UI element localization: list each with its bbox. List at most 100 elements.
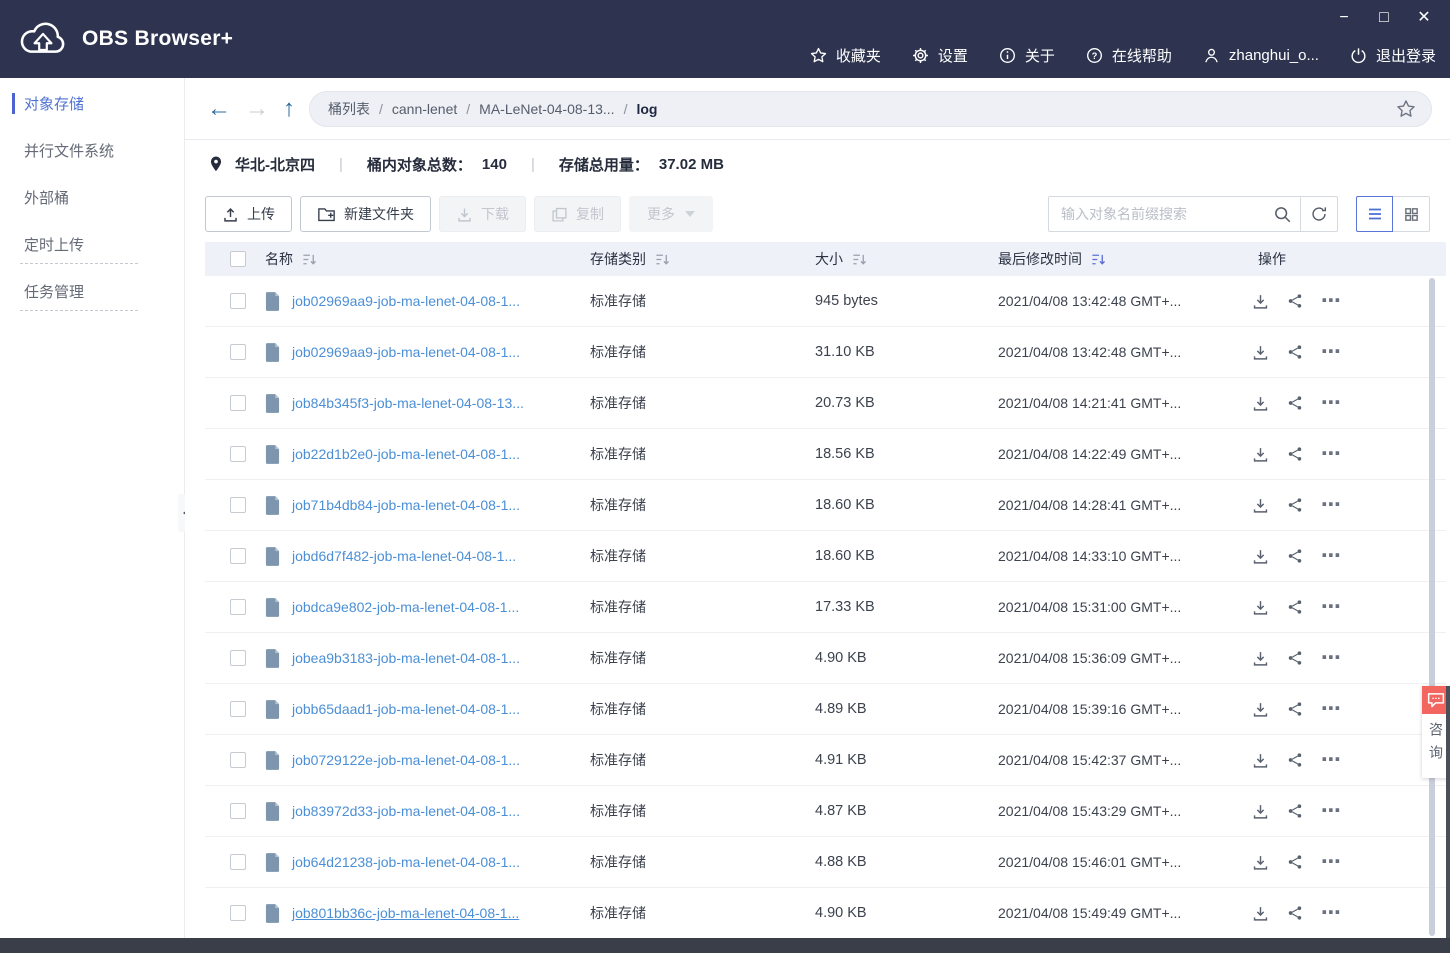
row-download-icon[interactable] — [1252, 293, 1269, 310]
more-button[interactable]: 更多 — [629, 196, 713, 232]
object-name-link[interactable]: jobd6d7f482-job-ma-lenet-04-08-1... — [292, 548, 516, 564]
row-share-icon[interactable] — [1287, 905, 1303, 921]
row-more-actions-icon[interactable] — [1321, 551, 1343, 561]
up-level-button[interactable]: ↑ — [283, 96, 295, 121]
row-more-actions-icon[interactable] — [1321, 653, 1343, 663]
grid-view-button[interactable] — [1393, 196, 1430, 232]
row-share-icon[interactable] — [1287, 599, 1303, 615]
row-checkbox[interactable] — [230, 344, 246, 360]
row-download-icon[interactable] — [1252, 395, 1269, 412]
row-share-icon[interactable] — [1287, 701, 1303, 717]
sidebar-item-object-storage[interactable]: 对象存储 — [0, 80, 184, 127]
row-download-icon[interactable] — [1252, 752, 1269, 769]
row-more-actions-icon[interactable] — [1321, 500, 1343, 510]
row-more-actions-icon[interactable] — [1321, 347, 1343, 357]
row-checkbox[interactable] — [230, 497, 246, 513]
maximize-button[interactable]: □ — [1374, 6, 1394, 30]
breadcrumb-bucket-name[interactable]: cann-lenet — [392, 101, 457, 117]
about-menu[interactable]: 关于 — [998, 45, 1055, 66]
row-more-actions-icon[interactable] — [1321, 755, 1343, 765]
row-download-icon[interactable] — [1252, 803, 1269, 820]
row-checkbox[interactable] — [230, 752, 246, 768]
object-name-link[interactable]: jobb65daad1-job-ma-lenet-04-08-1... — [292, 701, 520, 717]
row-checkbox[interactable] — [230, 293, 246, 309]
user-account-menu[interactable]: zhanghui_o... — [1202, 46, 1319, 65]
sort-icon[interactable] — [655, 252, 670, 267]
forward-button[interactable]: → — [245, 96, 269, 121]
row-checkbox[interactable] — [230, 446, 246, 462]
object-name-link[interactable]: job83972d33-job-ma-lenet-04-08-1... — [292, 803, 520, 819]
search-icon[interactable] — [1273, 205, 1292, 224]
favorites-menu[interactable]: 收藏夹 — [809, 45, 881, 66]
row-download-icon[interactable] — [1252, 548, 1269, 565]
row-checkbox[interactable] — [230, 599, 246, 615]
sidebar-item-parallel-file-system[interactable]: 并行文件系统 — [0, 127, 184, 174]
row-checkbox[interactable] — [230, 395, 246, 411]
minimize-button[interactable]: − — [1334, 6, 1354, 30]
row-more-actions-icon[interactable] — [1321, 908, 1343, 918]
refresh-button[interactable] — [1300, 196, 1338, 232]
row-checkbox[interactable] — [230, 650, 246, 666]
copy-button[interactable]: 复制 — [534, 196, 621, 232]
row-more-actions-icon[interactable] — [1321, 704, 1343, 714]
favorite-path-button[interactable] — [1395, 98, 1417, 120]
row-download-icon[interactable] — [1252, 446, 1269, 463]
object-name-link[interactable]: job84b345f3-job-ma-lenet-04-08-13... — [292, 395, 524, 411]
breadcrumb-folder[interactable]: MA-LeNet-04-08-13... — [479, 101, 614, 117]
object-name-link[interactable]: job02969aa9-job-ma-lenet-04-08-1... — [292, 344, 520, 360]
sort-icon[interactable] — [852, 252, 867, 267]
sidebar-item-task-management[interactable]: 任务管理 — [0, 268, 184, 315]
object-name-link[interactable]: job0729122e-job-ma-lenet-04-08-1... — [292, 752, 520, 768]
select-all-checkbox[interactable] — [230, 251, 246, 267]
close-button[interactable]: ✕ — [1414, 6, 1434, 30]
breadcrumb-bucket-list[interactable]: 桶列表 — [328, 99, 370, 119]
row-share-icon[interactable] — [1287, 293, 1303, 309]
row-checkbox[interactable] — [230, 803, 246, 819]
new-folder-button[interactable]: 新建文件夹 — [300, 196, 431, 232]
row-share-icon[interactable] — [1287, 752, 1303, 768]
row-share-icon[interactable] — [1287, 650, 1303, 666]
page-scrollbar[interactable] — [1446, 686, 1450, 938]
search-input[interactable] — [1061, 206, 1273, 222]
row-checkbox[interactable] — [230, 854, 246, 870]
sidebar-item-external-bucket[interactable]: 外部桶 — [0, 174, 184, 221]
row-share-icon[interactable] — [1287, 854, 1303, 870]
row-download-icon[interactable] — [1252, 701, 1269, 718]
row-share-icon[interactable] — [1287, 395, 1303, 411]
object-name-link[interactable]: jobea9b3183-job-ma-lenet-04-08-1... — [292, 650, 520, 666]
row-download-icon[interactable] — [1252, 650, 1269, 667]
row-download-icon[interactable] — [1252, 599, 1269, 616]
settings-menu[interactable]: 设置 — [911, 45, 968, 66]
sidebar-item-scheduled-upload[interactable]: 定时上传 — [0, 221, 184, 268]
row-share-icon[interactable] — [1287, 497, 1303, 513]
row-download-icon[interactable] — [1252, 344, 1269, 361]
row-share-icon[interactable] — [1287, 803, 1303, 819]
online-help-menu[interactable]: ? 在线帮助 — [1085, 45, 1172, 66]
object-name-link[interactable]: job02969aa9-job-ma-lenet-04-08-1... — [292, 293, 520, 309]
sort-icon-active[interactable] — [1091, 252, 1106, 267]
row-share-icon[interactable] — [1287, 344, 1303, 360]
back-button[interactable]: ← — [207, 96, 231, 121]
row-checkbox[interactable] — [230, 905, 246, 921]
row-share-icon[interactable] — [1287, 446, 1303, 462]
object-name-link[interactable]: job801bb36c-job-ma-lenet-04-08-1... — [292, 905, 519, 921]
table-scrollbar[interactable] — [1429, 278, 1435, 936]
sort-icon[interactable] — [302, 252, 317, 267]
row-share-icon[interactable] — [1287, 548, 1303, 564]
row-more-actions-icon[interactable] — [1321, 806, 1343, 816]
row-more-actions-icon[interactable] — [1321, 602, 1343, 612]
row-download-icon[interactable] — [1252, 854, 1269, 871]
download-button[interactable]: 下载 — [439, 196, 526, 232]
row-download-icon[interactable] — [1252, 497, 1269, 514]
object-name-link[interactable]: job71b4db84-job-ma-lenet-04-08-1... — [292, 497, 520, 513]
object-name-link[interactable]: job22d1b2e0-job-ma-lenet-04-08-1... — [292, 446, 520, 462]
row-more-actions-icon[interactable] — [1321, 296, 1343, 306]
row-more-actions-icon[interactable] — [1321, 857, 1343, 867]
object-name-link[interactable]: job64d21238-job-ma-lenet-04-08-1... — [292, 854, 520, 870]
row-more-actions-icon[interactable] — [1321, 449, 1343, 459]
row-download-icon[interactable] — [1252, 905, 1269, 922]
row-checkbox[interactable] — [230, 701, 246, 717]
row-checkbox[interactable] — [230, 548, 246, 564]
object-name-link[interactable]: jobdca9e802-job-ma-lenet-04-08-1... — [292, 599, 519, 615]
upload-button[interactable]: 上传 — [205, 196, 292, 232]
